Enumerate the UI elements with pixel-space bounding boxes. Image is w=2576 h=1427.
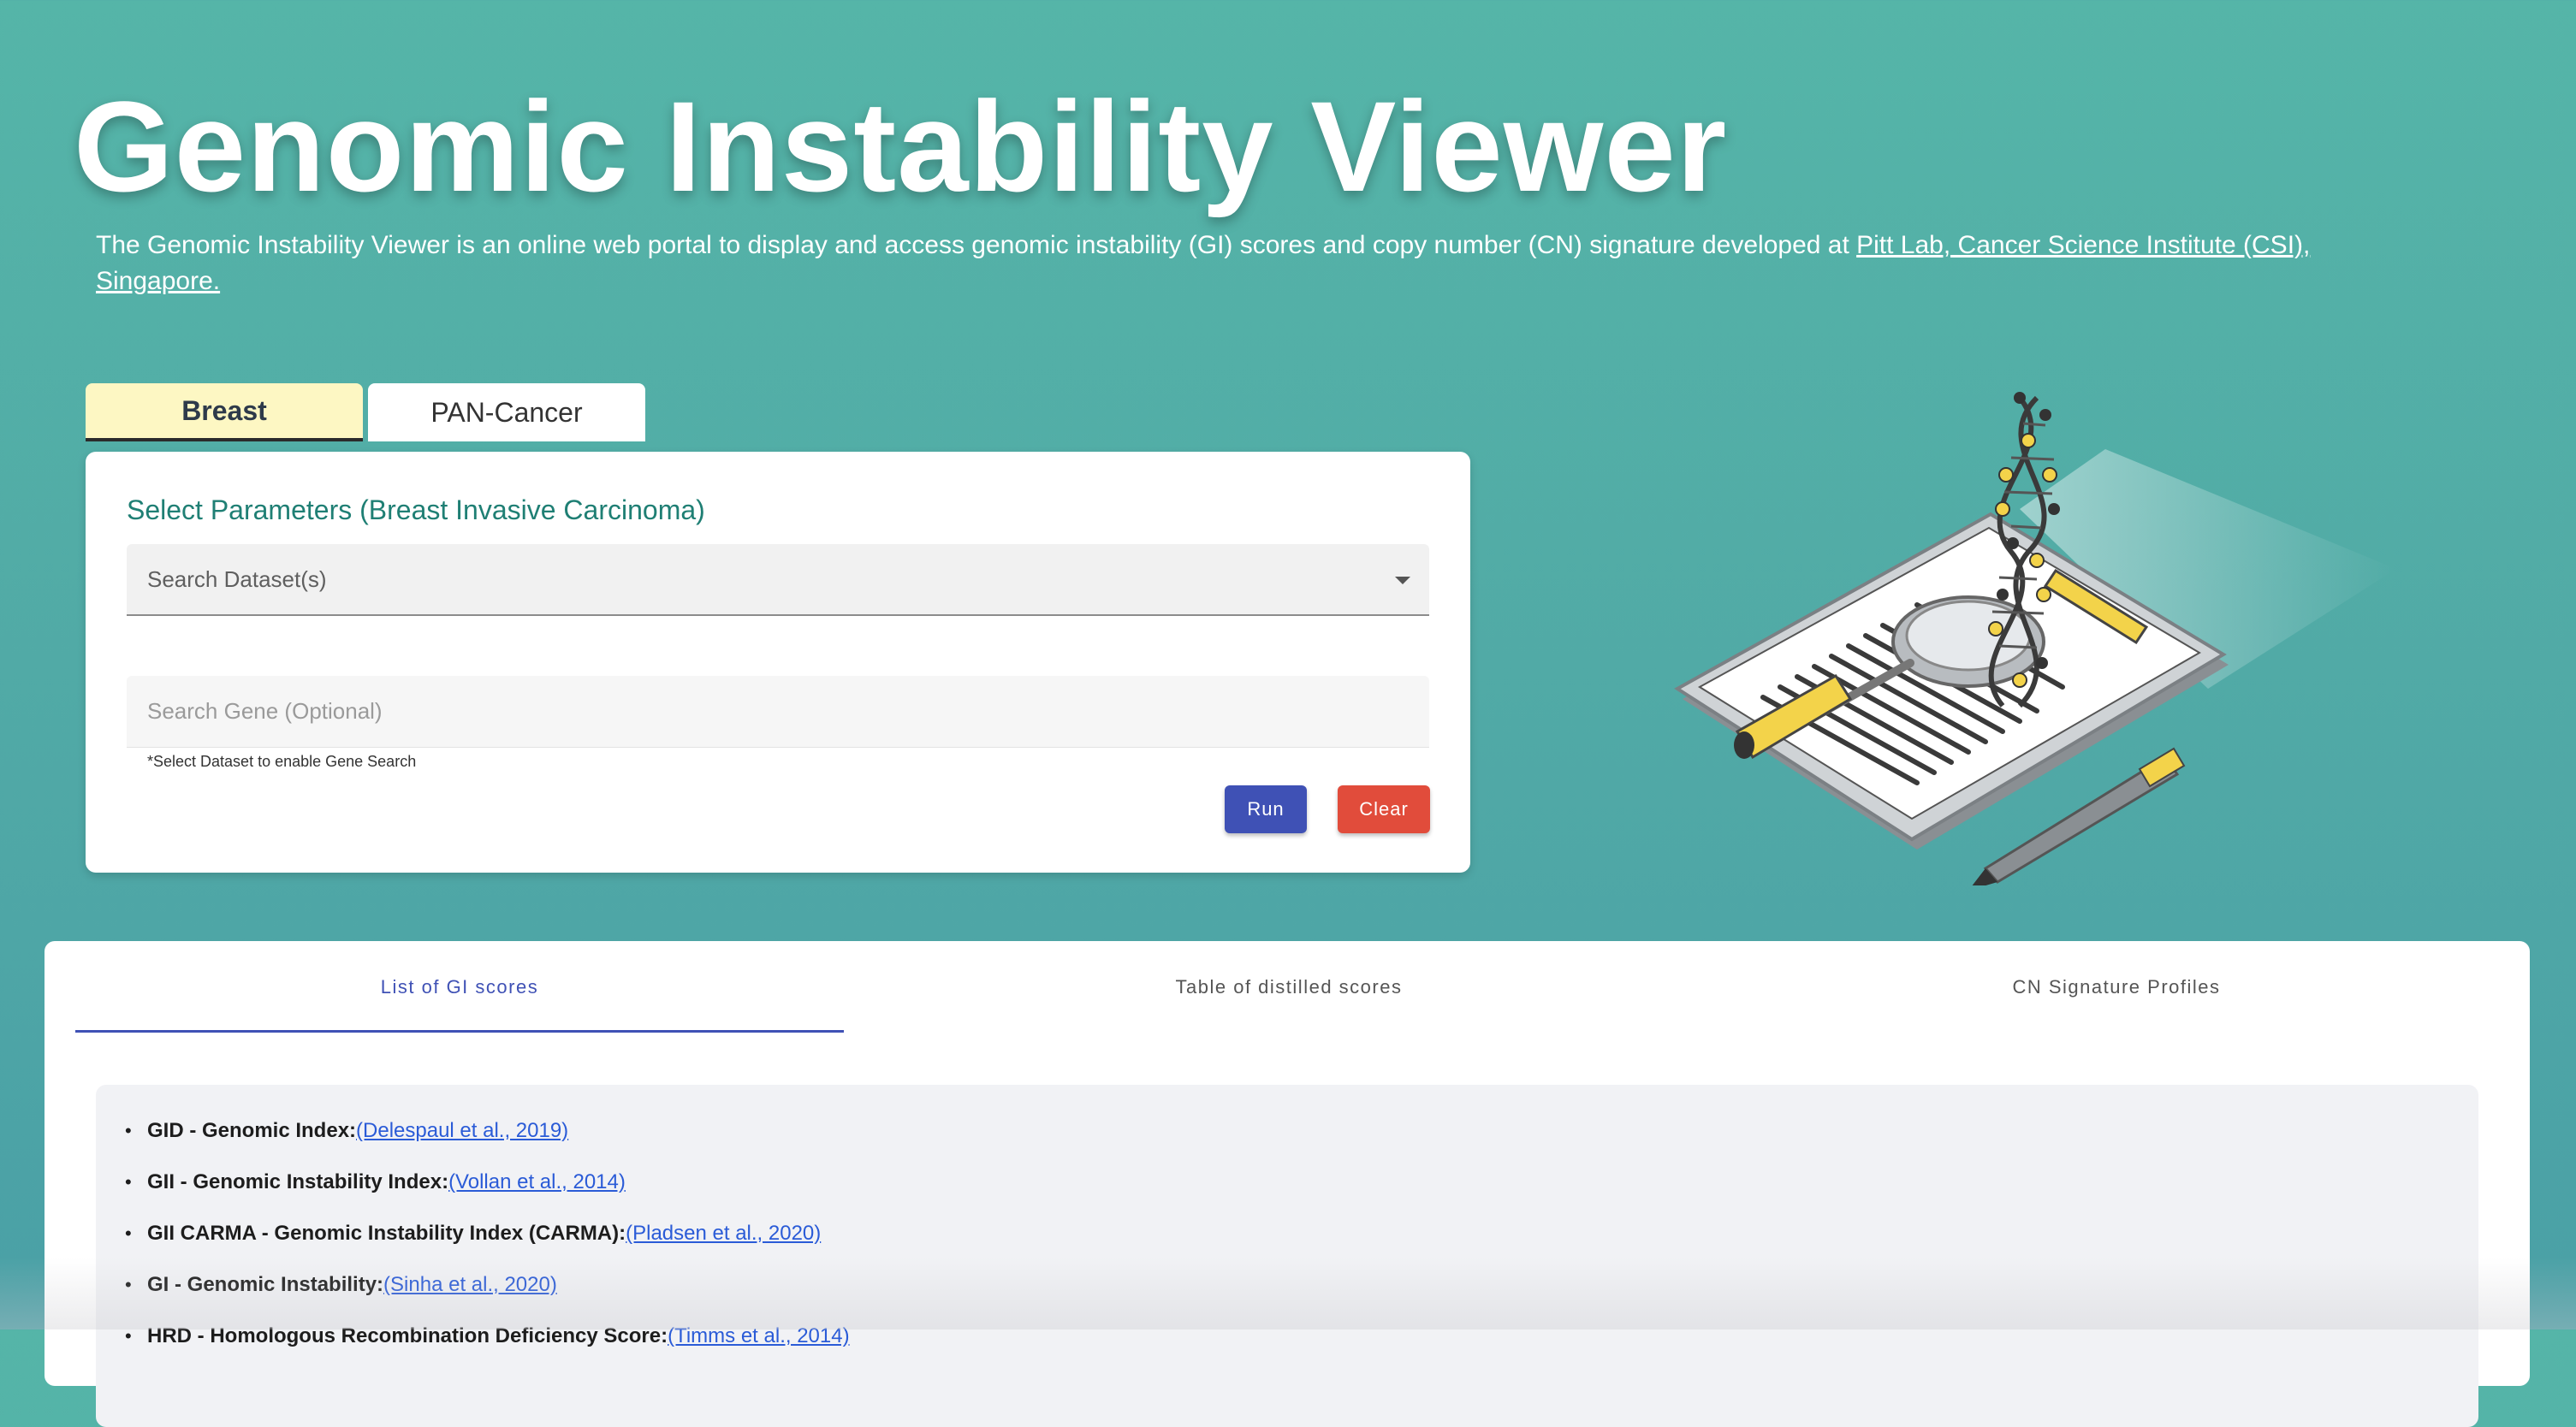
tab-pan-cancer[interactable]: PAN-Cancer <box>368 383 645 441</box>
gi-scores-list: • GID - Genomic Index:(Delespaul et al., … <box>125 1119 850 1376</box>
run-button[interactable]: Run <box>1225 785 1307 833</box>
list-item: • GI - Genomic Instability:(Sinha et al.,… <box>125 1273 557 1296</box>
tab-cn-signature-profiles[interactable]: CN Signature Profiles <box>1734 941 2499 1033</box>
intro-text: The Genomic Instability Viewer is an onl… <box>96 228 2407 299</box>
reference-link[interactable]: (Sinha et al., 2020) <box>383 1273 557 1296</box>
parameter-heading: Select Parameters (Breast Invasive Carci… <box>127 494 705 525</box>
reference-link[interactable]: (Vollan et al., 2014) <box>448 1170 626 1193</box>
tab-distilled-scores[interactable]: Table of distilled scores <box>844 941 1734 1033</box>
cancer-type-tabs: Breast PAN-Cancer <box>86 383 645 441</box>
results-tabs: List of GI scores Table of distilled sco… <box>75 941 2499 1033</box>
gene-search-hint: *Select Dataset to enable Gene Search <box>147 753 417 770</box>
list-item: • GII CARMA - Genomic Instability Index (… <box>125 1222 822 1245</box>
dataset-select-placeholder: Search Dataset(s) <box>147 566 327 592</box>
results-panel: List of GI scores Table of distilled sco… <box>45 941 2530 1427</box>
clear-button[interactable]: Clear <box>1338 785 1430 833</box>
dataset-select[interactable]: Search Dataset(s) <box>127 544 1429 616</box>
reference-link[interactable]: (Pladsen et al., 2020) <box>626 1222 821 1245</box>
list-item: • GII - Genomic Instability Index:(Vollan… <box>125 1170 626 1193</box>
intro-description: The Genomic Instability Viewer is an onl… <box>96 231 1857 259</box>
parameter-panel: Select Parameters (Breast Invasive Carci… <box>86 452 1470 873</box>
dropdown-caret-icon[interactable] <box>1395 577 1410 584</box>
gene-search-input[interactable] <box>127 676 1429 748</box>
reference-link[interactable]: (Delespaul et al., 2019) <box>356 1119 568 1142</box>
page-title: Genomic Instability Viewer <box>74 74 1728 218</box>
active-tab-indicator <box>75 1030 844 1033</box>
tab-breast[interactable]: Breast <box>86 383 363 441</box>
dna-clipboard-illustration <box>1674 392 2396 885</box>
list-item: • GID - Genomic Index:(Delespaul et al., … <box>125 1119 569 1142</box>
list-item: • HRD - Homologous Recombination Deficien… <box>125 1324 850 1347</box>
gi-scores-list-panel: • GID - Genomic Index:(Delespaul et al., … <box>96 1085 2478 1427</box>
tab-list-gi-scores[interactable]: List of GI scores <box>75 941 844 1033</box>
reference-link[interactable]: (Timms et al., 2014) <box>668 1324 850 1347</box>
